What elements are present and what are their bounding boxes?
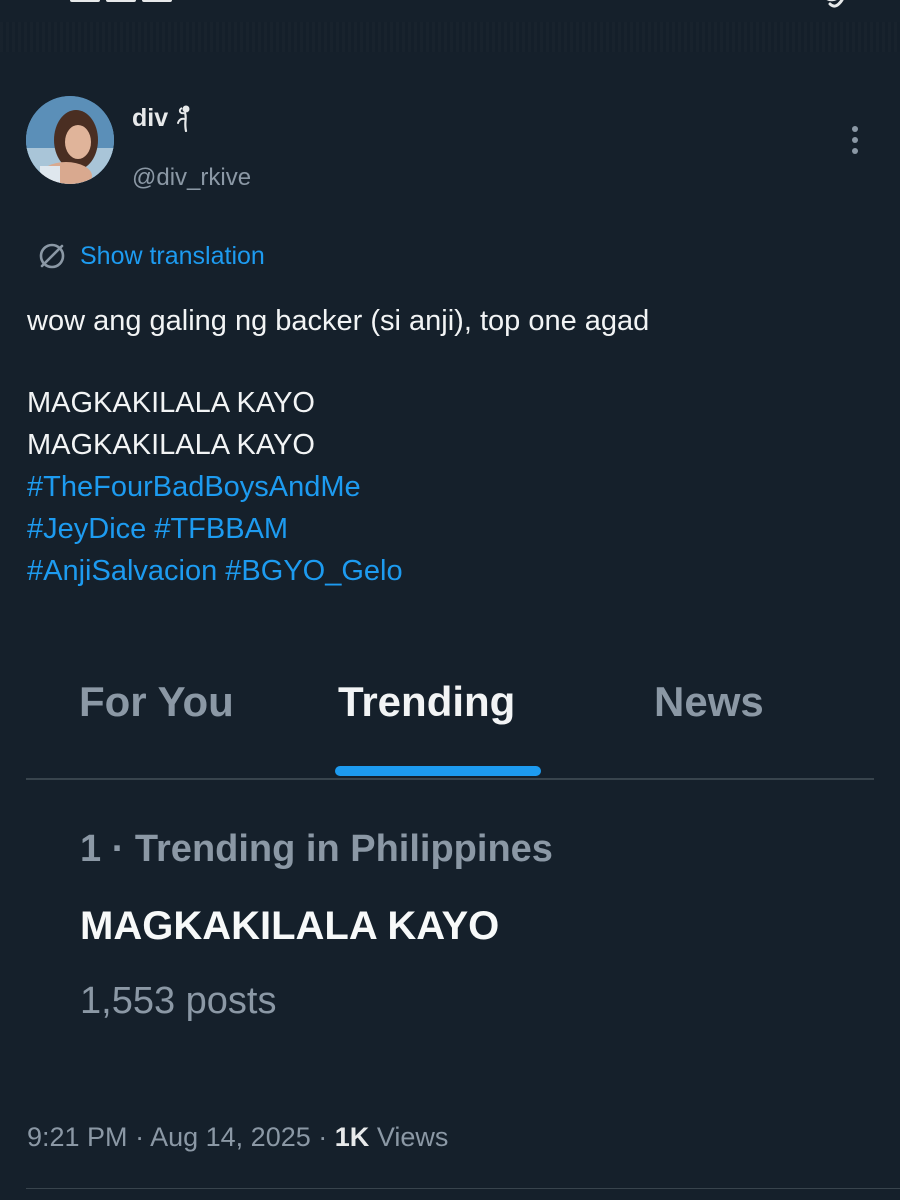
more-options-icon[interactable] [845,124,865,156]
divider [26,1188,900,1189]
background-texture [0,22,900,52]
trend-rank-location: 1 · Trending in Philippines [80,828,553,870]
hashtag-link[interactable]: #TheFourBadBoysAndMe [27,471,361,503]
tweet-detail-page: div @div_rkive Show translation wow ang … [0,0,900,1200]
back-arrow-icon[interactable] [50,0,66,4]
tab-trending[interactable]: Trending [338,678,515,726]
show-translation-label: Show translation [80,241,265,270]
tab-for-you[interactable]: For You [79,678,234,726]
tweet-timestamp-views: 9:21 PM · Aug 14, 2025 · 1K Views [27,1122,448,1153]
author-handle[interactable]: @div_rkive [132,164,251,192]
active-tab-indicator [335,766,541,776]
tweet-hashtag-line: #AnjiSalvacion #BGYO_Gelo [27,550,867,592]
views-label[interactable]: Views [377,1122,449,1152]
hashtag-link[interactable]: #JeyDice [27,513,146,545]
tweet-text-line: MAGKAKILALA KAYO [27,387,315,419]
hashtag-link[interactable]: #TFBBAM [154,513,288,545]
tweet-hashtag-line: #JeyDice #TFBBAM [27,508,867,550]
hashtag-link[interactable]: #AnjiSalvacion [27,555,217,587]
meta-separator: · [135,1122,145,1152]
tweet-hashtag-line: #TheFourBadBoysAndMe [27,466,867,508]
author-name-row[interactable]: div [132,98,194,138]
tweet-time[interactable]: 9:21 PM [27,1122,128,1152]
views-count[interactable]: 1K [335,1122,370,1152]
tweet-text: wow ang galing ng backer (si anji), top … [27,300,867,592]
avatar[interactable] [26,96,114,184]
trending-tabs: For You Trending News [26,660,874,780]
trend-name[interactable]: MAGKAKILALA KAYO [80,904,499,949]
avatar-photo [26,96,114,184]
tweet-text-line: wow ang galing ng backer (si anji), top … [27,305,650,337]
tweet-text-line: MAGKAKILALA KAYO [27,429,315,461]
rose-emoji-icon [177,105,190,132]
author-display-name[interactable]: div [132,104,168,133]
tweet-date[interactable]: Aug 14, 2025 [150,1122,311,1152]
tab-news[interactable]: News [654,678,764,726]
header-action-icon[interactable] [818,0,848,14]
meta-separator: · [318,1122,328,1152]
header-title-cropped [70,0,220,4]
hashtag-link[interactable]: #BGYO_Gelo [225,555,402,587]
show-translation-button[interactable]: Show translation [36,236,265,276]
trend-post-count: 1,553 posts [80,980,277,1022]
globe-icon [39,243,65,269]
tweet-text-spacer [27,342,867,382]
